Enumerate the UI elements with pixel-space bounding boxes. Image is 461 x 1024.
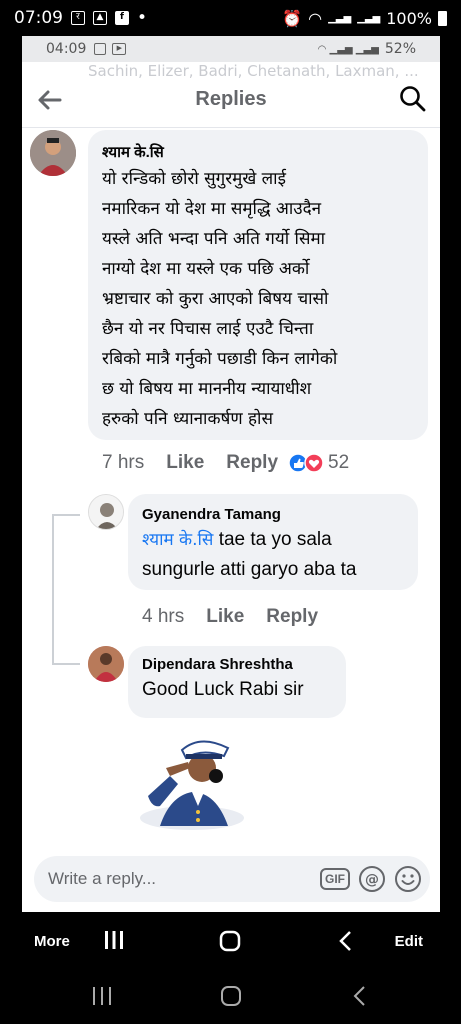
comment-line: छ यो बिषय मा माननीय न्यायाधीश [102,379,312,399]
gif-button[interactable]: GIF [320,868,350,890]
thread-line [52,514,54,664]
comment-author[interactable]: श्याम के.सि [102,142,414,162]
comment-meta: 7 hrs Like Reply 52 [102,452,349,474]
battery-icon [438,10,447,26]
reply-text: श्याम के.सि tae ta yo sala sungurle atti… [142,525,404,585]
dot-icon: • [137,8,148,28]
avatar[interactable] [88,646,124,682]
reactions[interactable]: 52 [288,452,349,474]
reply-text: Good Luck Rabi sir [142,679,304,700]
comment-line: नाग्यो देश मा यस्ले एक पछि अर्को [102,259,310,279]
buddha-avatar-icon [89,495,123,529]
page-title: Replies [195,88,267,110]
comment-line: हरुको पनि ध्यानाकर्षण होस [102,409,273,429]
wifi-icon: ◠ [308,8,323,28]
inner-signal-icon: ◠ ▁▃▅ ▁▃▅ [317,43,379,55]
signal-icon: ▁▃▅ [328,12,352,24]
screenshot-frame: 04:09 ▶ ◠ ▁▃▅ ▁▃▅ 52% Sachin, Elizer, Ba… [22,36,440,912]
gallery-icon: ▲ [93,11,107,25]
inner-app-icon [94,43,107,55]
like-button[interactable]: Like [206,606,244,628]
back-arrow-icon[interactable] [36,86,64,114]
comment-text: यो रन्डिको छोरो सुगुरमुखे लाई नमारिकन यो… [102,164,414,434]
mention-tag[interactable]: श्याम के.सि [142,530,213,550]
thread-connector [52,514,80,516]
app-bar: Replies [22,72,440,128]
person-photo-icon [88,646,124,682]
emoji-icon[interactable] [394,865,422,893]
comment-line: रबिको मात्रै गर्नुको पछाडी किन लागेको [102,349,338,369]
more-button[interactable]: More [34,933,70,950]
like-love-reaction-icon [288,453,324,473]
reply-text-line: tae ta yo sala [213,529,332,550]
comment-time: 7 hrs [102,452,145,473]
salute-sticker [140,740,244,830]
reply-author[interactable]: Gyanendra Tamang [142,506,404,523]
comment-line: छैन यो नर पिचास लाई एउटै चिन्ता [102,319,314,339]
reply-bubble: Dipendara Shreshtha Good Luck Rabi sir [128,646,346,718]
outer-status-bar: 07:09 र ▲ f • ⏰ ◠ ▁▃▅ ▁▃▅ 100% [0,0,461,36]
inner-youtube-icon: ▶ [112,43,127,55]
comment-line: नमारिकन यो देश मा समृद्धि आउदैन [102,199,322,219]
mention-icon[interactable]: @ [358,865,386,893]
comment-line: यो रन्डिको छोरो सुगुरमुखे लाई [102,169,286,189]
home-icon[interactable] [220,985,242,1007]
reaction-count: 52 [328,452,350,473]
thread-connector [52,663,80,665]
reply-bubble: Gyanendra Tamang श्याम के.सि tae ta yo s… [128,494,418,590]
recent-apps-icon[interactable] [92,986,112,1006]
inner-status-time: 04:09 [46,41,87,57]
facebook-icon: f [115,11,129,25]
reply-meta: 4 hrs Like Reply [142,606,318,628]
signal-2-icon: ▁▃▅ [357,12,381,24]
battery-percent: 100% [386,8,432,28]
inner-battery-percent: 52% [384,41,416,57]
home-icon[interactable] [219,930,241,952]
back-icon[interactable] [338,930,354,952]
like-button[interactable]: Like [166,452,204,474]
status-time: 07:09 [14,8,63,28]
reply-button[interactable]: Reply [266,606,318,628]
back-icon[interactable] [352,985,368,1007]
reply-time: 4 hrs [142,606,185,627]
alarm-icon: ⏰ [282,8,303,28]
avatar[interactable] [88,494,124,530]
edit-toolbar: More Edit [0,912,461,970]
reply-input[interactable]: Write a reply... [48,869,156,889]
comment-bubble: श्याम के.सि यो रन्डिको छोरो सुगुरमुखे ला… [88,130,428,440]
person-photo-icon [30,130,76,176]
system-nav-bar [0,970,461,1024]
edit-button[interactable]: Edit [395,933,423,950]
recent-apps-icon[interactable] [104,930,124,950]
news-app-icon: र [71,11,85,25]
inner-status-bar: 04:09 ▶ ◠ ▁▃▅ ▁▃▅ 52% [22,36,440,62]
reply-composer[interactable]: Write a reply... GIF @ [34,856,430,902]
reply-button[interactable]: Reply [226,452,278,474]
comment-line: यस्ले अति भन्दा पनि अति गर्यो सिमा [102,229,326,249]
comment-line: भ्रष्टाचार को कुरा आएको बिषय चासो [102,289,329,309]
avatar[interactable] [30,130,76,176]
reply-author[interactable]: Dipendara Shreshtha [142,656,332,673]
reply-text-line: sungurle atti garyo aba ta [142,559,357,580]
svg-text:@: @ [365,872,379,888]
search-icon[interactable] [398,84,428,114]
